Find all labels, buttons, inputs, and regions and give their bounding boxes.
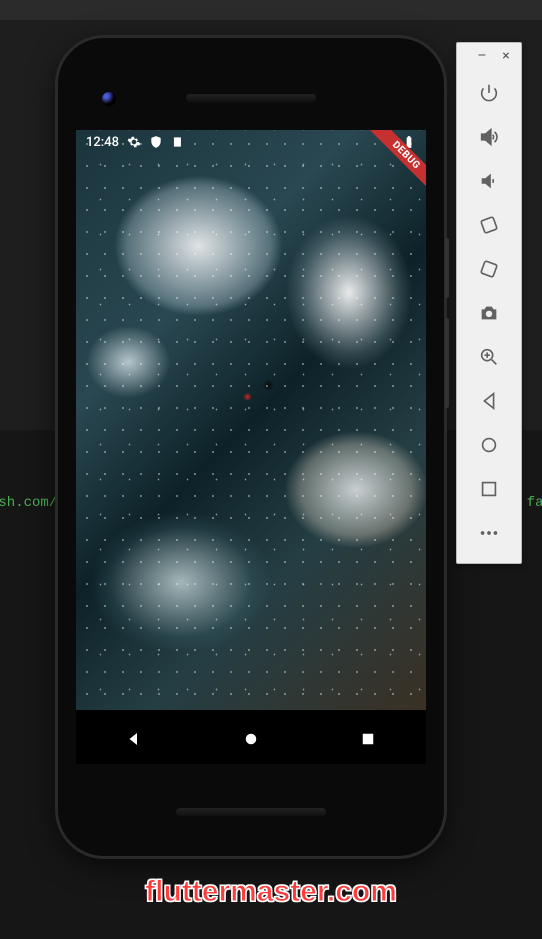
device-screen: DEBUG 12:48 <box>76 130 426 764</box>
emulator-volume-up-button[interactable] <box>469 117 509 157</box>
app-image-content <box>76 130 426 710</box>
emulator-screenshot-button[interactable] <box>469 293 509 333</box>
emulator-rotate-left-button[interactable] <box>469 205 509 245</box>
panel-close-button[interactable]: × <box>499 49 513 63</box>
square-icon <box>171 135 185 149</box>
nav-recent-button[interactable] <box>343 714 393 764</box>
nav-back-button[interactable] <box>109 714 159 764</box>
editor-top-strip <box>0 0 542 20</box>
settings-gear-icon <box>127 135 141 149</box>
emulator-power-button[interactable] <box>469 73 509 113</box>
nav-home-button[interactable] <box>226 714 276 764</box>
emulator-overview-button[interactable] <box>469 469 509 509</box>
code-fragment-left: ash.com/ <box>0 495 57 511</box>
code-fragment-right-b: faW <box>527 495 542 511</box>
device-bottom-speaker <box>176 808 326 816</box>
emulator-volume-down-button[interactable] <box>469 161 509 201</box>
device-earpiece <box>186 94 316 102</box>
emulator-more-button[interactable] <box>469 513 509 553</box>
emulator-rotate-right-button[interactable] <box>469 249 509 289</box>
emulator-control-panel: – × <box>456 42 522 564</box>
device-front-camera <box>102 92 116 106</box>
device-power-button[interactable] <box>445 238 449 298</box>
status-bar-left: 12:48 <box>86 135 185 150</box>
emulator-home-button[interactable] <box>469 425 509 465</box>
emulator-back-button[interactable] <box>469 381 509 421</box>
shield-icon <box>149 135 163 149</box>
android-nav-bar <box>76 714 426 764</box>
panel-titlebar: – × <box>457 43 521 69</box>
watermark-text: fluttermaster.com <box>145 875 397 909</box>
device-volume-button[interactable] <box>445 318 449 408</box>
panel-minimize-button[interactable]: – <box>475 49 489 63</box>
status-time: 12:48 <box>86 135 119 150</box>
emulator-zoom-button[interactable] <box>469 337 509 377</box>
phone-device-frame: DEBUG 12:48 <box>58 38 444 856</box>
